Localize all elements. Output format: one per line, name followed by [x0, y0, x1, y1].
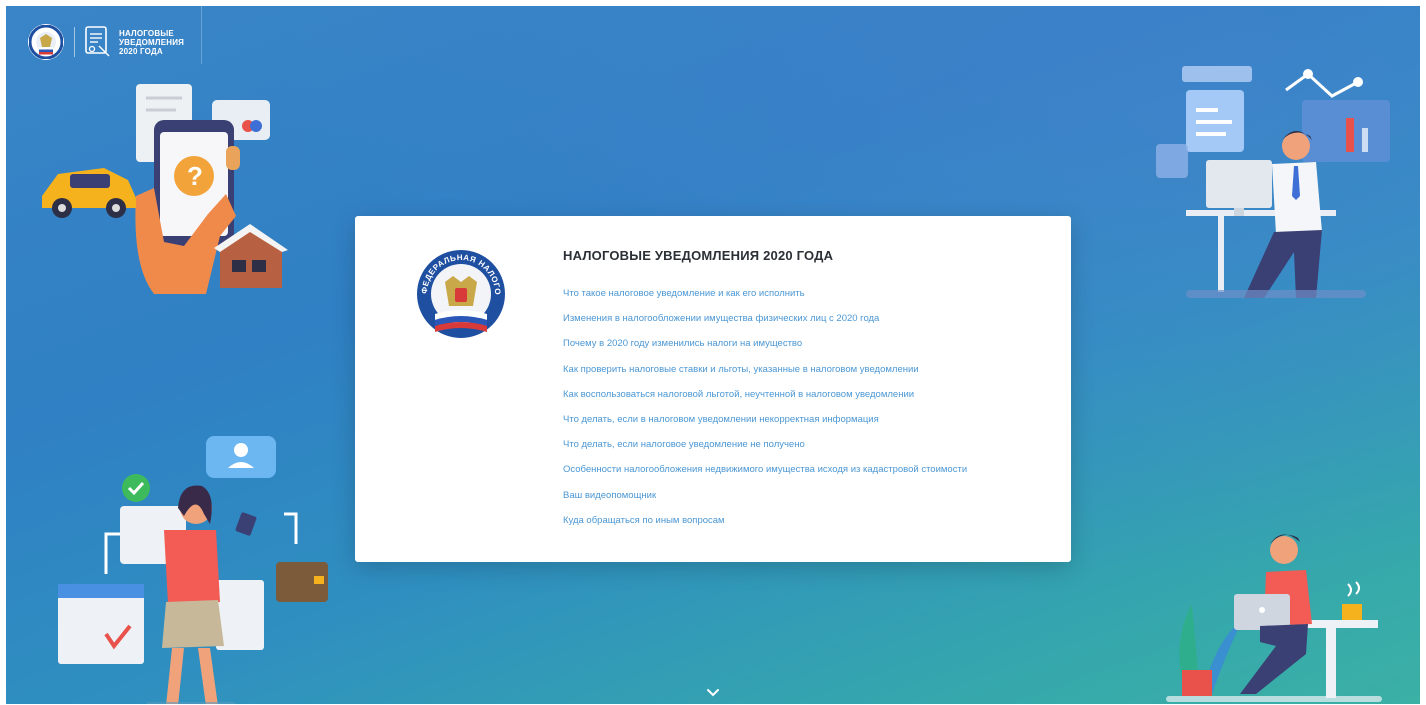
notices-menu-card: ФЕДЕРАЛЬНАЯ НАЛОГОВАЯ СЛУЖБА НАЛОГОВЫЕ У…: [355, 216, 1071, 562]
link-what-is-notice[interactable]: Что такое налоговое уведомление и как ег…: [563, 288, 805, 299]
list-item: Что делать, если налоговое уведомление н…: [563, 435, 967, 460]
header-divider: [201, 6, 202, 64]
list-item: Ваш видеопомощник: [563, 486, 967, 511]
card-title: НАЛОГОВЫЕ УВЕДОМЛЕНИЯ 2020 ГОДА: [563, 248, 834, 263]
page-background: НАЛОГОВЫЕ УВЕДОМЛЕНИЯ 2020 ГОДА ? ФЕДЕРА…: [6, 6, 1420, 704]
list-item: Особенности налогообложения недвижимого …: [563, 460, 967, 485]
link-other-questions[interactable]: Куда обращаться по иным вопросам: [563, 515, 725, 526]
svg-text:?: ?: [187, 161, 203, 191]
link-changes-2020[interactable]: Изменения в налогообложении имущества фи…: [563, 313, 879, 324]
list-item: Куда обращаться по иным вопросам: [563, 511, 967, 536]
chevron-down-icon[interactable]: [706, 688, 720, 698]
link-why-taxes-changed[interactable]: Почему в 2020 году изменились налоги на …: [563, 338, 802, 349]
link-incorrect-info[interactable]: Что делать, если в налоговом уведомлении…: [563, 414, 879, 425]
list-item: Что такое налоговое уведомление и как ег…: [563, 284, 967, 309]
link-use-benefit[interactable]: Как воспользоваться налоговой льготой, н…: [563, 389, 914, 400]
brand-text[interactable]: НАЛОГОВЫЕ УВЕДОМЛЕНИЯ 2020 ГОДА: [119, 29, 184, 56]
site-header: НАЛОГОВЫЕ УВЕДОМЛЕНИЯ 2020 ГОДА: [28, 16, 184, 68]
phone-car-house-illustration: ?: [42, 84, 288, 294]
fns-emblem-icon: ФЕДЕРАЛЬНАЯ НАЛОГОВАЯ СЛУЖБА: [415, 248, 505, 338]
fns-logo-icon[interactable]: [28, 24, 64, 60]
link-not-received[interactable]: Что делать, если налоговое уведомление н…: [563, 439, 805, 450]
link-check-rates[interactable]: Как проверить налоговые ставки и льготы,…: [563, 364, 919, 375]
link-video-assistant[interactable]: Ваш видеопомощник: [563, 490, 656, 501]
link-cadastral-value[interactable]: Особенности налогообложения недвижимого …: [563, 464, 967, 475]
document-icon: [85, 26, 110, 57]
man-with-laptop-illustration: [1166, 534, 1382, 702]
header-separator: [74, 27, 75, 57]
list-item: Изменения в налогообложении имущества фи…: [563, 309, 967, 334]
list-item: Почему в 2020 году изменились налоги на …: [563, 334, 967, 359]
list-item: Как проверить налоговые ставки и льготы,…: [563, 360, 967, 385]
woman-with-phone-illustration: [58, 436, 328, 704]
list-item: Как воспользоваться налоговой льготой, н…: [563, 385, 967, 410]
man-at-computer-illustration: [1156, 66, 1390, 298]
notices-link-list: Что такое налоговое уведомление и как ег…: [563, 284, 967, 536]
list-item: Что делать, если в налоговом уведомлении…: [563, 410, 967, 435]
